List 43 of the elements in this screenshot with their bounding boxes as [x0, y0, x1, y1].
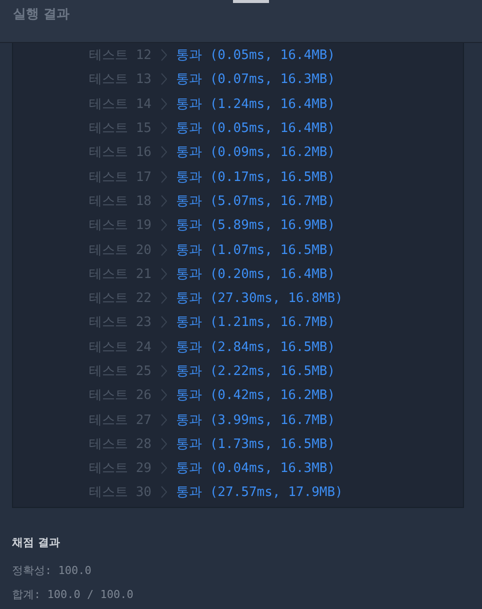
chevron-icon — [161, 486, 167, 498]
chevron-icon — [161, 268, 167, 280]
test-result: 통과 (2.22ms, 16.5MB) — [176, 363, 336, 380]
chevron-icon — [161, 462, 167, 474]
test-result: 통과 (0.17ms, 16.5MB) — [176, 168, 336, 186]
chevron-icon — [161, 340, 167, 353]
drag-handle[interactable] — [233, 0, 269, 3]
test-result: 통과 (1.21ms, 16.7MB) — [176, 314, 336, 332]
chevron-icon — [161, 365, 167, 377]
chevron-icon — [161, 438, 167, 450]
test-result: 통과 (27.30ms, 16.8MB) — [176, 290, 343, 308]
grading-line: 정확성: 100.0 — [12, 563, 92, 578]
test-result: 통과 (0.42ms, 16.2MB) — [176, 387, 336, 404]
test-result: 통과 (1.07ms, 16.5MB) — [176, 242, 336, 259]
test-result: 통과 (3.99ms, 16.7MB) — [176, 412, 336, 429]
test-result: 통과 (0.04ms, 16.3MB) — [176, 460, 336, 478]
test-result: 통과 (1.24ms, 16.4MB) — [176, 96, 336, 113]
grading-line: 합계: 100.0 / 100.0 — [12, 587, 134, 602]
test-result: 통과 (0.07ms, 16.3MB) — [176, 71, 336, 88]
test-result: 통과 (5.07ms, 16.7MB) — [176, 192, 336, 210]
chevron-icon — [161, 316, 167, 328]
test-result: 통과 (27.57ms, 17.9MB) — [176, 484, 343, 502]
chevron-icon — [161, 73, 167, 86]
test-result: 통과 (1.73ms, 16.5MB) — [176, 436, 336, 453]
grading-title: 채점 결과 — [12, 535, 61, 550]
chevron-icon — [161, 122, 167, 134]
test-result: 통과 (0.09ms, 16.2MB) — [176, 144, 336, 162]
chevron-icon — [161, 194, 167, 207]
chevron-icon — [161, 146, 167, 158]
chevron-icon — [161, 219, 167, 232]
test-result: 통과 (0.05ms, 16.4MB) — [176, 120, 336, 138]
test-result: 통과 (0.05ms, 16.4MB) — [176, 47, 336, 64]
test-result: 통과 (0.20ms, 16.4MB) — [176, 266, 336, 283]
chevron-icon — [161, 170, 167, 183]
chevron-icon — [161, 292, 167, 304]
section-title: 실행 결과 — [13, 6, 71, 23]
test-result: 통과 (5.89ms, 16.9MB) — [176, 217, 336, 234]
chevron-icon — [161, 49, 167, 62]
chevron-icon — [161, 414, 167, 426]
chevron-icon — [161, 244, 167, 256]
test-result: 통과 (2.84ms, 16.5MB) — [176, 338, 336, 356]
chevron-icon — [161, 98, 167, 110]
chevron-icon — [161, 389, 167, 402]
